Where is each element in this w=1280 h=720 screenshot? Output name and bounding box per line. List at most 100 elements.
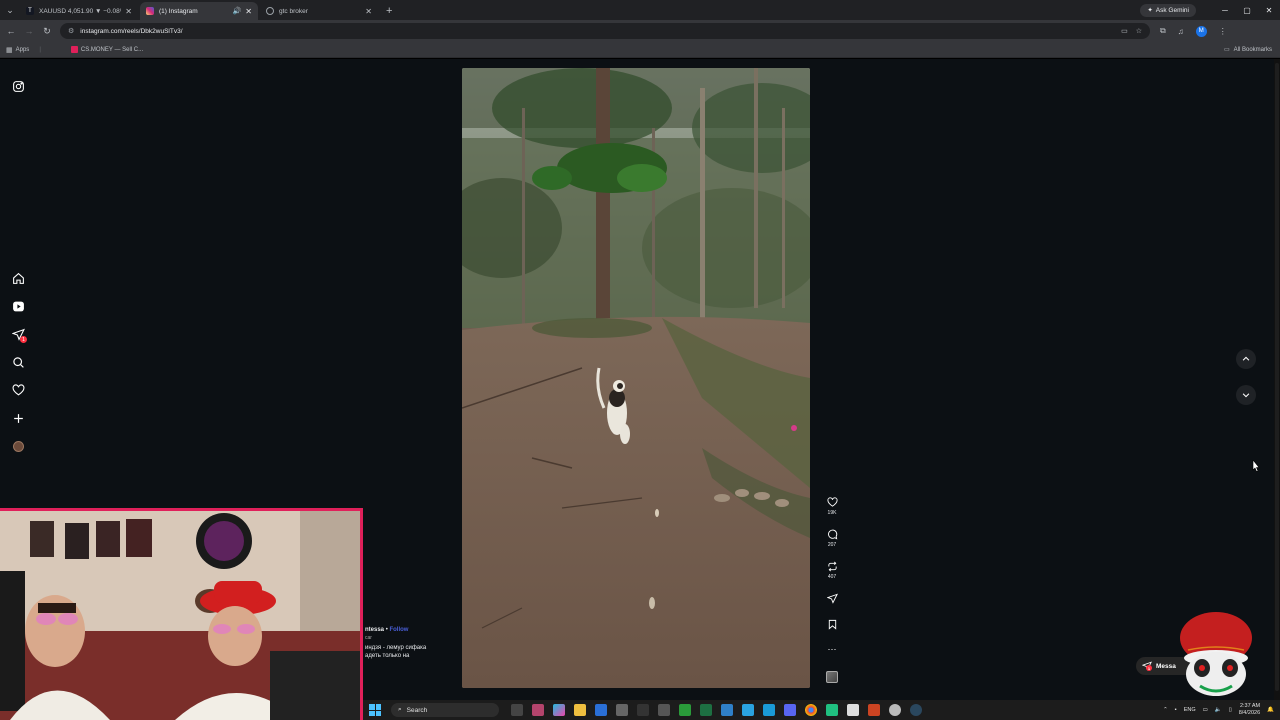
close-tab-icon[interactable]: ✕ (125, 7, 132, 16)
like-button[interactable]: 19K (821, 497, 843, 516)
close-tab-icon[interactable]: ✕ (365, 7, 372, 16)
bookmark-star-icon[interactable]: ☆ (1136, 27, 1142, 35)
ask-gemini-button[interactable]: ✦ Ask Gemini (1140, 3, 1196, 17)
widgets-icon[interactable] (532, 704, 544, 716)
mouse-cursor-icon (1252, 460, 1260, 472)
tradingview-favicon-icon: T (26, 7, 34, 15)
menu-kebab-icon[interactable]: ⋮ (1219, 27, 1227, 36)
tab-search-chevron-icon[interactable]: ⌄ (0, 0, 20, 20)
follow-button[interactable]: Follow (389, 627, 408, 633)
notifications-bell-icon[interactable]: 🔔 (1267, 707, 1274, 713)
volume-icon[interactable]: 🔈 (1215, 707, 1222, 713)
maximize-icon[interactable]: ▢ (1236, 6, 1258, 15)
all-bookmarks[interactable]: ▭ All Bookmarks (1224, 46, 1272, 54)
messages-badge: 1 (20, 336, 27, 343)
next-reel-button[interactable] (1236, 385, 1256, 405)
address-bar[interactable]: ⚙ instagram.com/reels/Dbk2wuSlTv3/ ▭ ☆ (60, 23, 1150, 39)
caption-line-2: адеть только на (365, 653, 410, 660)
battery-icon[interactable]: ▯ (1229, 707, 1232, 713)
caption-username[interactable]: ntessa (365, 627, 384, 633)
taskbar-search[interactable]: ⌕ Search (391, 703, 499, 717)
back-icon[interactable]: ← (2, 26, 20, 36)
tray-app-icon[interactable]: ▪ (1175, 707, 1177, 713)
globe-favicon-icon (266, 7, 274, 15)
profile-avatar[interactable]: M (1195, 25, 1207, 37)
messages-icon[interactable]: 1 (8, 324, 28, 344)
taskbar-clock[interactable]: 2:37 AM 8/4/2026 (1239, 703, 1260, 717)
original-audio-button[interactable] (821, 671, 843, 683)
comment-count: 207 (827, 542, 837, 548)
store-icon[interactable] (595, 704, 607, 716)
caption-subtitle: car (365, 634, 372, 641)
bookmark-apps[interactable]: ▦ Apps (6, 46, 29, 54)
system-tray: ⌃ ▪ ENG ▭ 🔈 ▯ 2:37 AM 8/4/2026 🔔 (1163, 703, 1274, 717)
close-window-icon[interactable]: ✕ (1258, 6, 1280, 15)
share-button[interactable] (821, 593, 843, 604)
xbox-icon[interactable] (679, 704, 691, 716)
reels-icon[interactable] (8, 296, 28, 316)
tab-title: gtc broker (279, 7, 308, 15)
tab-gtc-broker[interactable]: gtc broker ✕ (260, 2, 378, 20)
previous-reel-button[interactable] (1236, 349, 1256, 369)
tab-xauusd[interactable]: T XAUUSD 4,051.90 ▼ −0.08% C ✕ (20, 2, 138, 20)
calculator-icon[interactable] (658, 704, 670, 716)
clock-time: 2:37 AM (1239, 703, 1261, 710)
forward-icon[interactable]: → (20, 26, 38, 36)
messages-label: Messa (1156, 662, 1176, 670)
repost-button[interactable]: 407 (821, 561, 843, 580)
instagram-logo-icon[interactable] (8, 76, 28, 96)
file-explorer-icon[interactable] (574, 704, 586, 716)
windows-start-icon[interactable] (369, 704, 381, 716)
save-button[interactable] (821, 619, 843, 630)
tray-overflow-chevron-icon[interactable]: ⌃ (1163, 707, 1168, 713)
more-options-button[interactable]: ⋯ (821, 645, 843, 654)
edge-icon[interactable] (763, 704, 775, 716)
chevron-down-icon (1242, 393, 1250, 398)
excel-icon[interactable] (700, 704, 712, 716)
new-tab-button[interactable]: + (386, 2, 392, 20)
bookmark-csmoney[interactable]: CS.MONEY — Sell C... (70, 46, 143, 53)
audio-playing-icon[interactable]: 🔊 (233, 7, 242, 15)
discord-icon[interactable] (784, 704, 796, 716)
page-scrollbar[interactable] (1274, 59, 1280, 700)
keyboard-language[interactable]: ENG (1184, 707, 1196, 713)
reload-icon[interactable]: ↻ (38, 26, 56, 37)
steam-icon[interactable] (910, 704, 922, 716)
telegram-icon[interactable] (742, 704, 754, 716)
heart-icon (826, 497, 838, 507)
task-view-icon[interactable] (511, 704, 523, 716)
notepad-icon[interactable] (847, 704, 859, 716)
copilot-icon[interactable] (553, 704, 565, 716)
caption-line-1: индзя - лемур сифака (365, 645, 427, 652)
app-green-icon[interactable] (826, 704, 838, 716)
network-icon[interactable]: ▭ (1203, 707, 1208, 713)
site-info-icon[interactable]: ⚙ (68, 27, 74, 35)
instagram-favicon-icon (146, 7, 154, 15)
extensions-icon[interactable]: ⧉ (1160, 26, 1166, 36)
ask-gemini-label: Ask Gemini (1155, 6, 1189, 14)
photos-icon[interactable] (721, 704, 733, 716)
mouse-app-icon[interactable] (889, 704, 901, 716)
home-icon[interactable] (8, 268, 28, 288)
notifications-heart-icon[interactable] (8, 380, 28, 400)
lemur-forest-scene (462, 68, 810, 688)
media-control-icon[interactable]: ♫ (1178, 27, 1184, 36)
search-icon: ⌕ (398, 706, 402, 713)
cast-icon[interactable]: ▭ (1121, 27, 1128, 35)
reel-video[interactable] (462, 68, 810, 688)
comment-button[interactable]: 207 (821, 529, 843, 548)
all-bookmarks-label: All Bookmarks (1233, 46, 1272, 53)
tab-instagram[interactable]: (1) Instagram 🔊 ✕ (140, 2, 258, 20)
chrome-icon[interactable] (805, 704, 817, 716)
settings-gear-icon[interactable] (616, 704, 628, 716)
close-tab-icon[interactable]: ✕ (245, 7, 252, 16)
create-plus-icon[interactable] (8, 408, 28, 428)
messages-badge: 1 (1146, 665, 1152, 671)
app-red-icon[interactable] (868, 704, 880, 716)
repost-icon (827, 561, 837, 572)
search-icon[interactable] (8, 352, 28, 372)
terminal-icon[interactable] (637, 704, 649, 716)
repost-count: 407 (827, 574, 837, 580)
profile-avatar[interactable] (8, 436, 28, 456)
minimize-icon[interactable]: ─ (1214, 6, 1236, 15)
